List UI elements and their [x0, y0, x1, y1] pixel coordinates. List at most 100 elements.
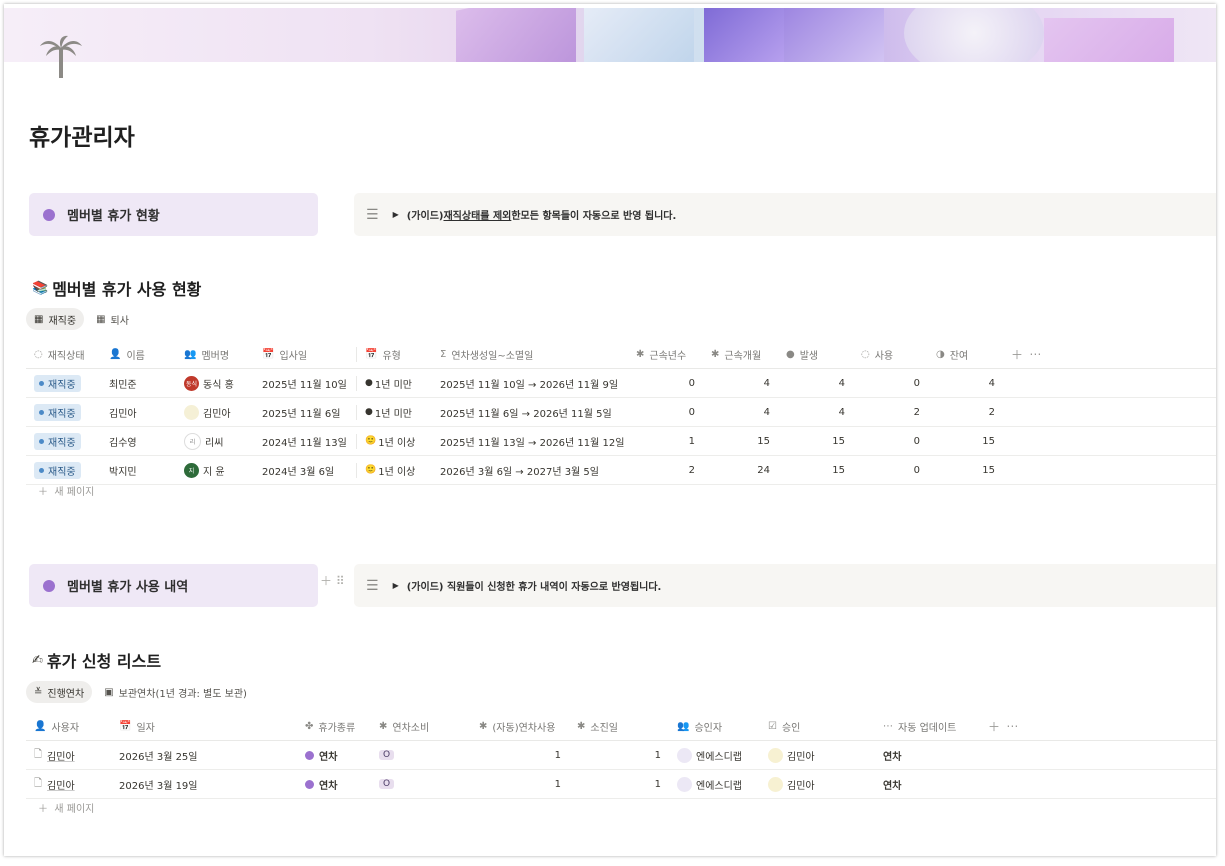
- generated-cell[interactable]: 4: [778, 407, 853, 418]
- used-cell[interactable]: 0: [853, 465, 928, 476]
- left-cell[interactable]: 15: [928, 436, 1003, 447]
- tab-employed[interactable]: ▦ 재직중: [26, 308, 85, 330]
- used-cell[interactable]: 2: [853, 407, 928, 418]
- member-cell[interactable]: 동식 동식 홍: [176, 375, 254, 391]
- plus-icon[interactable]: ＋: [988, 718, 1000, 735]
- left-cell[interactable]: 2: [928, 407, 1003, 418]
- status-badge[interactable]: 재직중: [34, 374, 81, 392]
- left-cell[interactable]: 4: [928, 378, 1003, 389]
- period-cell[interactable]: 2025년 11월 13일 → 2026년 11월 12일: [432, 434, 628, 449]
- add-column[interactable]: ＋ ⋯: [980, 718, 1040, 735]
- generated-cell[interactable]: 15: [778, 436, 853, 447]
- col-days[interactable]: ✱ 소진일: [569, 719, 669, 734]
- col-join[interactable]: 📅 입사일: [254, 346, 357, 362]
- tab-resigned[interactable]: ▦ 퇴사: [88, 308, 137, 330]
- used-cell[interactable]: 0: [853, 436, 928, 447]
- col-period[interactable]: Σ 연차생성일~소멸일: [432, 347, 628, 362]
- name-cell[interactable]: 김수영: [101, 434, 176, 449]
- user-cell[interactable]: 🗋 김민아: [26, 747, 111, 764]
- days-cell[interactable]: 1: [569, 779, 669, 790]
- guide-callout-2[interactable]: ☰ ▶ (가이드) 직원들이 신청한 휴가 내역이 자동으로 반영됩니다.: [354, 564, 1216, 607]
- months-cell[interactable]: 4: [703, 378, 778, 389]
- more-icon[interactable]: ⋯: [1006, 719, 1018, 733]
- left-cell[interactable]: 15: [928, 465, 1003, 476]
- consume-cell[interactable]: O: [371, 779, 471, 789]
- page-title[interactable]: 휴가관리자: [29, 118, 135, 152]
- database-heading-2[interactable]: ✍ 휴가 신청 리스트: [32, 648, 161, 672]
- used-cell[interactable]: 0: [853, 378, 928, 389]
- consume-cell[interactable]: O: [371, 750, 471, 760]
- approver-cell[interactable]: 엔에스디랩: [669, 776, 760, 792]
- status-cell[interactable]: 재직중: [26, 432, 101, 450]
- palm-tree-icon[interactable]: [38, 34, 82, 82]
- table-row[interactable]: 재직중 김민아 김민아 2025년 11월 6일 ● 1년 미만 2025년 11월 6일 …: [26, 398, 1216, 427]
- approved-cell[interactable]: 김민아: [760, 747, 875, 763]
- table-row[interactable]: 🗋 김민아 2026년 3월 19일 연차 O 1 1 엔에스디랩 김민아 연차: [26, 770, 1216, 799]
- tab-ongoing[interactable]: ≚ 진행연차: [26, 681, 93, 703]
- generated-cell[interactable]: 4: [778, 378, 853, 389]
- user-cell[interactable]: 🗋 김민아: [26, 776, 111, 793]
- drag-handle-icon[interactable]: ＋ ⠿: [320, 572, 345, 589]
- days-cell[interactable]: 1: [569, 750, 669, 761]
- new-page-button-1[interactable]: ＋ 새 페이지: [38, 483, 94, 498]
- col-approved[interactable]: ☑ 승인: [760, 719, 875, 734]
- callout-member-status[interactable]: 멤버별 휴가 현황: [29, 193, 318, 236]
- col-status[interactable]: ◌ 재직상태: [26, 347, 101, 362]
- col-consume[interactable]: ✱ 연차소비: [371, 719, 471, 734]
- toggle-triangle-icon[interactable]: ▶: [393, 581, 399, 590]
- consume-tag[interactable]: O: [379, 779, 395, 789]
- months-cell[interactable]: 15: [703, 436, 778, 447]
- status-badge[interactable]: 재직중: [34, 403, 81, 421]
- period-cell[interactable]: 2025년 11월 6일 → 2026년 11월 5일: [432, 405, 628, 420]
- col-auto-update[interactable]: ⋯ 자동 업데이트: [875, 719, 980, 734]
- col-left[interactable]: ◑ 잔여: [928, 347, 1003, 362]
- name-cell[interactable]: 박지민: [101, 463, 176, 478]
- type-cell[interactable]: 🙂 1년 이상: [357, 434, 432, 449]
- member-cell[interactable]: 김민아: [176, 404, 254, 420]
- years-cell[interactable]: 1: [628, 436, 703, 447]
- period-cell[interactable]: 2025년 11월 10일 → 2026년 11월 9일: [432, 376, 628, 391]
- join-cell[interactable]: 2024년 3월 6일: [254, 462, 357, 478]
- col-years[interactable]: ✱ 근속년수: [628, 347, 703, 362]
- add-column[interactable]: ＋ ⋯: [1003, 346, 1063, 363]
- kind-cell[interactable]: 연차: [297, 748, 371, 763]
- auto-update-cell[interactable]: 연차: [875, 748, 980, 763]
- years-cell[interactable]: 0: [628, 407, 703, 418]
- name-cell[interactable]: 최민준: [101, 376, 176, 391]
- table-row[interactable]: 재직중 김수영 리 리씨 2024년 11월 13일 🙂 1년 이상 2025년 11월 13…: [26, 427, 1216, 456]
- join-cell[interactable]: 2024년 11월 13일: [254, 433, 357, 449]
- status-cell[interactable]: 재직중: [26, 403, 101, 421]
- status-badge[interactable]: 재직중: [34, 461, 81, 479]
- type-cell[interactable]: 🙂 1년 이상: [357, 463, 432, 478]
- new-page-button-2[interactable]: ＋ 새 페이지: [38, 800, 94, 815]
- auto-update-cell[interactable]: 연차: [875, 777, 980, 792]
- type-cell[interactable]: ● 1년 미만: [357, 405, 432, 420]
- col-type[interactable]: 📅 유형: [357, 347, 432, 362]
- auto-use-cell[interactable]: 1: [471, 779, 569, 790]
- auto-use-cell[interactable]: 1: [471, 750, 569, 761]
- guide-callout-1[interactable]: ☰ ▶ (가이드) 재직상태를 제외 한모든 항목들이 자동으로 반영 됩니다.: [354, 193, 1216, 236]
- years-cell[interactable]: 0: [628, 378, 703, 389]
- callout-member-history[interactable]: 멤버별 휴가 사용 내역: [29, 564, 318, 607]
- col-generated[interactable]: ● 발생: [778, 347, 853, 362]
- col-approver[interactable]: 👥 승인자: [669, 719, 760, 734]
- col-months[interactable]: ✱ 근속개월: [703, 347, 778, 362]
- consume-tag[interactable]: O: [379, 750, 395, 760]
- tab-archived[interactable]: ▣ 보관연차(1년 경과: 별도 보관): [96, 681, 255, 703]
- approved-cell[interactable]: 김민아: [760, 776, 875, 792]
- cover-image[interactable]: [4, 8, 1216, 62]
- months-cell[interactable]: 4: [703, 407, 778, 418]
- database-heading-1[interactable]: 📚 멤버별 휴가 사용 현황: [32, 276, 201, 300]
- kind-cell[interactable]: 연차: [297, 777, 371, 792]
- period-cell[interactable]: 2026년 3월 6일 → 2027년 3월 5일: [432, 463, 628, 478]
- col-member[interactable]: 👥 멤버명: [176, 347, 254, 362]
- toggle-triangle-icon[interactable]: ▶: [393, 210, 399, 219]
- status-cell[interactable]: 재직중: [26, 374, 101, 392]
- generated-cell[interactable]: 15: [778, 465, 853, 476]
- date-cell[interactable]: 2026년 3월 25일: [111, 748, 297, 763]
- col-used[interactable]: ◌ 사용: [853, 347, 928, 362]
- status-cell[interactable]: 재직중: [26, 461, 101, 479]
- col-kind[interactable]: ✤ 휴가종류: [297, 719, 371, 734]
- table-row[interactable]: 재직중 최민준 동식 동식 홍 2025년 11월 10일 ● 1년 미만 2025년 11월…: [26, 369, 1216, 398]
- col-name[interactable]: 👤 이름: [101, 347, 176, 362]
